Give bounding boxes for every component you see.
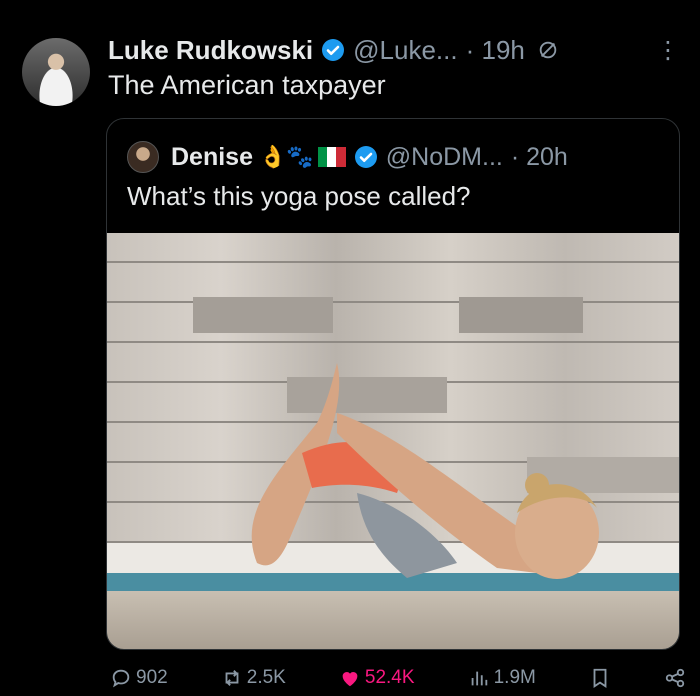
- verified-badge-icon: [322, 39, 345, 61]
- tweet-text: The American taxpayer: [108, 70, 386, 100]
- tweet-time[interactable]: · 19h: [466, 35, 525, 66]
- view-count: 1.9M: [493, 667, 536, 688]
- share-icon: [665, 668, 685, 688]
- author-name[interactable]: Luke Rudkowski: [108, 35, 313, 66]
- italy-flag-icon: [317, 147, 346, 167]
- repost-count: 2.5K: [246, 667, 286, 688]
- yoga-photo[interactable]: [107, 233, 679, 649]
- quoted-header: Denise 👌🐾 @NoDM... · 20h: [127, 141, 665, 173]
- reply-count: 902: [136, 667, 168, 688]
- more-options-icon[interactable]: ⋮: [656, 36, 680, 65]
- verified-badge-icon: [354, 146, 377, 168]
- tweet-actions: 902 2.5K 52.4K 1.9M: [110, 664, 686, 692]
- quoted-tweet[interactable]: Denise 👌🐾 @NoDM... · 20h What’s this yog…: [106, 118, 680, 650]
- bookmark-icon: [593, 668, 607, 688]
- like-count: 52.4K: [364, 667, 415, 688]
- name-emojis: 👌🐾: [258, 144, 314, 169]
- author-avatar[interactable]: [22, 38, 90, 106]
- quoted-author-avatar[interactable]: [127, 141, 159, 173]
- views-button[interactable]: 1.9M: [468, 667, 536, 689]
- tweet-header: Luke Rudkowski @Luke... · 19h: [108, 32, 680, 68]
- heart-icon: [342, 672, 358, 687]
- repost-button[interactable]: 2.5K: [221, 667, 286, 689]
- bookmark-button[interactable]: [589, 667, 611, 689]
- like-button[interactable]: 52.4K: [339, 667, 415, 689]
- grok-icon[interactable]: [537, 39, 559, 61]
- reply-button[interactable]: 902: [110, 667, 168, 689]
- quoted-author-name[interactable]: Denise: [171, 143, 253, 172]
- share-button[interactable]: [664, 667, 686, 689]
- quoted-author-handle[interactable]: @NoDM...: [386, 143, 503, 172]
- author-handle[interactable]: @Luke...: [353, 35, 457, 66]
- yoga-figure: [251, 363, 599, 579]
- repost-icon: [225, 670, 239, 686]
- views-chart-icon: [471, 671, 487, 686]
- quoted-time[interactable]: · 20h: [511, 143, 568, 172]
- reply-icon: [112, 669, 130, 688]
- quoted-text: What’s this yoga pose called?: [127, 181, 471, 211]
